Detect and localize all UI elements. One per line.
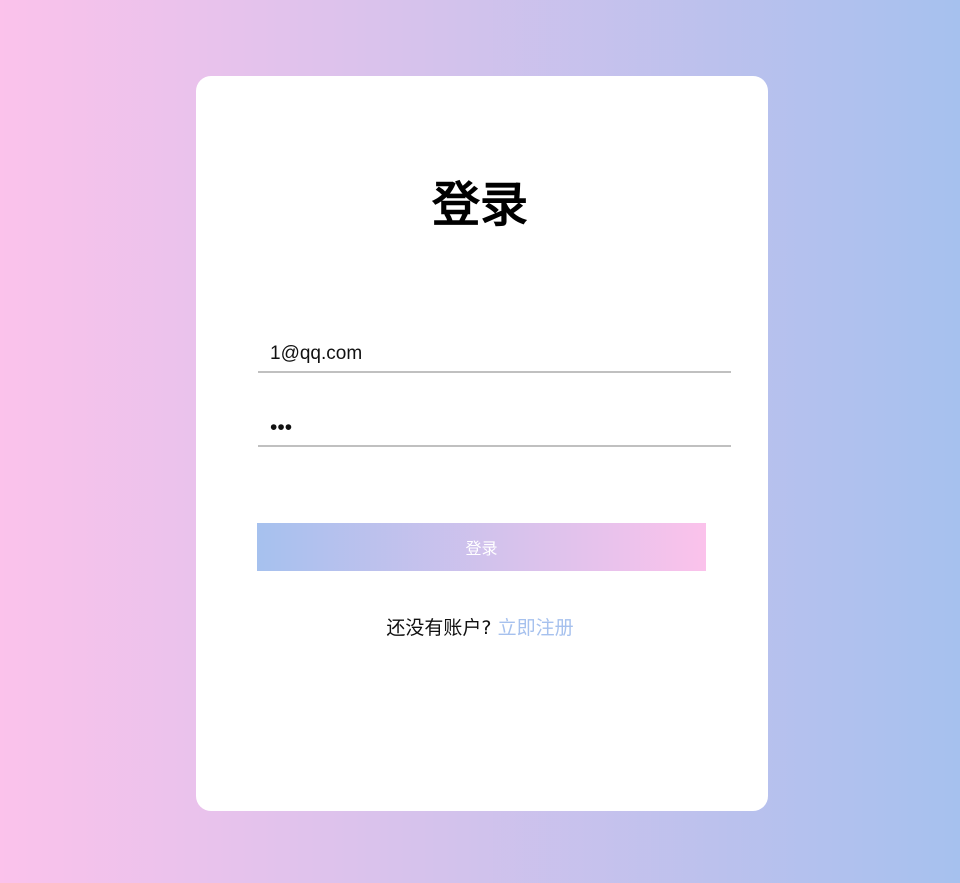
register-link[interactable]: 立即注册 (498, 617, 574, 639)
register-prompt: 还没有账户? 立即注册 (0, 615, 960, 641)
register-prompt-text: 还没有账户? (386, 617, 492, 639)
password-field[interactable] (258, 411, 731, 447)
email-field[interactable] (258, 337, 731, 373)
page-title: 登录 (431, 177, 528, 233)
login-button[interactable]: 登录 (257, 523, 706, 571)
